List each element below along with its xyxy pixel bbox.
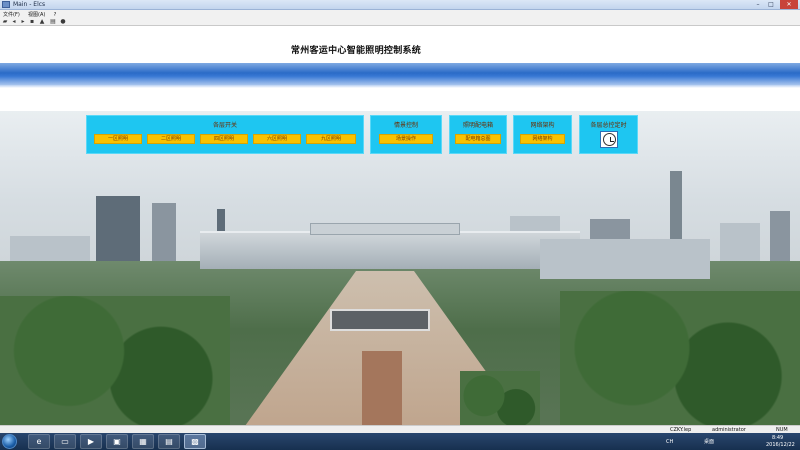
photo-trees [560,291,800,433]
photo-building [720,223,760,263]
floor-lighting-panel: 各层开关 一区照明 二区照明 四区照明 六区照明 九区照明 [86,115,364,154]
floor-lighting-title: 各层开关 [212,122,237,129]
open-icon[interactable]: ▰ [2,19,8,25]
photo-walkway [362,351,402,433]
start-button[interactable] [2,434,17,449]
desktop-label[interactable]: 桌面 [704,439,714,445]
menu-bar: 文件(F) 视图(A) ? [0,10,800,18]
photo-building [96,196,140,264]
photo-station [200,223,580,269]
window-title: Main - Elcs [13,1,46,8]
save-icon[interactable]: ▪ [29,19,35,25]
zone-6-lighting-button[interactable]: 六区照明 [253,134,301,144]
photo-building [540,239,710,279]
scene-control-title: 情景控制 [393,122,418,129]
elcs-app-icon[interactable]: ▩ [184,434,206,449]
minimize-button[interactable]: – [752,0,764,9]
print-icon[interactable]: ▤ [50,19,56,25]
photo-trees [0,296,230,433]
back-icon[interactable]: ◂ [11,19,17,25]
close-button[interactable]: ✕ [780,0,798,9]
header-band [0,63,800,88]
alarm-icon[interactable]: ▲ [39,19,45,25]
zone-1-lighting-button[interactable]: 一区照明 [94,134,142,144]
status-bar: CZKY.lep administrator NUM [0,425,800,433]
zone-2-lighting-button[interactable]: 二区照明 [147,134,195,144]
photo-building [152,203,176,263]
scene-control-panel: 情景控制 场景操作 [370,115,442,154]
language-indicator[interactable]: CH [666,439,673,445]
clock-time[interactable]: 8:49 [772,435,783,441]
help-icon[interactable]: ● [60,19,66,25]
app-icon [2,1,10,8]
station-photo [0,111,800,433]
timer-panel: 各层总控定时 [579,115,638,154]
ie-icon[interactable]: e [28,434,50,449]
clock-icon[interactable] [600,131,618,148]
zone-9-lighting-button[interactable]: 九区照明 [306,134,356,144]
distribution-box-panel: 照明配电箱 配电箱总图 [449,115,507,154]
zone-4-lighting-button[interactable]: 四区照明 [200,134,248,144]
toolbar: ▰ ◂ ▸ ▪ ▲ ▤ ● [0,18,800,26]
network-title: 网络架构 [530,122,555,129]
photo-trees [460,371,540,433]
photo-pit [330,309,430,331]
photo-building [770,211,790,261]
folder-icon[interactable]: ▭ [54,434,76,449]
timer-title: 各层总控定时 [590,122,627,129]
distribution-box-title: 照明配电箱 [462,122,493,129]
clock-date[interactable]: 2016/12/22 [766,442,795,448]
taskbar: e ▭ ▶ ▣ ▦ ▤ ▩ CH 桌面 8:49 2016/12/22 [0,433,800,450]
window-title-bar[interactable]: Main - Elcs – □ ✕ [0,0,800,10]
media-player-icon[interactable]: ▶ [80,434,102,449]
distribution-diagram-button[interactable]: 配电箱总图 [455,134,501,144]
network-architecture-button[interactable]: 网络架构 [520,134,565,144]
forward-icon[interactable]: ▸ [20,19,26,25]
network-panel: 网络架构 网络架构 [513,115,572,154]
maximize-button[interactable]: □ [765,0,777,9]
scene-operation-button[interactable]: 场景操作 [379,134,433,144]
monitor-app-icon[interactable]: ▦ [132,434,154,449]
client-area: 常州客运中心智能照明控制系统 各层开关 一区照明 二区照明 四区照明 六区照明 … [0,27,800,433]
network-app-icon[interactable]: ▣ [106,434,128,449]
remote-app-icon[interactable]: ▤ [158,434,180,449]
page-title: 常州客运中心智能照明控制系统 [290,46,422,56]
